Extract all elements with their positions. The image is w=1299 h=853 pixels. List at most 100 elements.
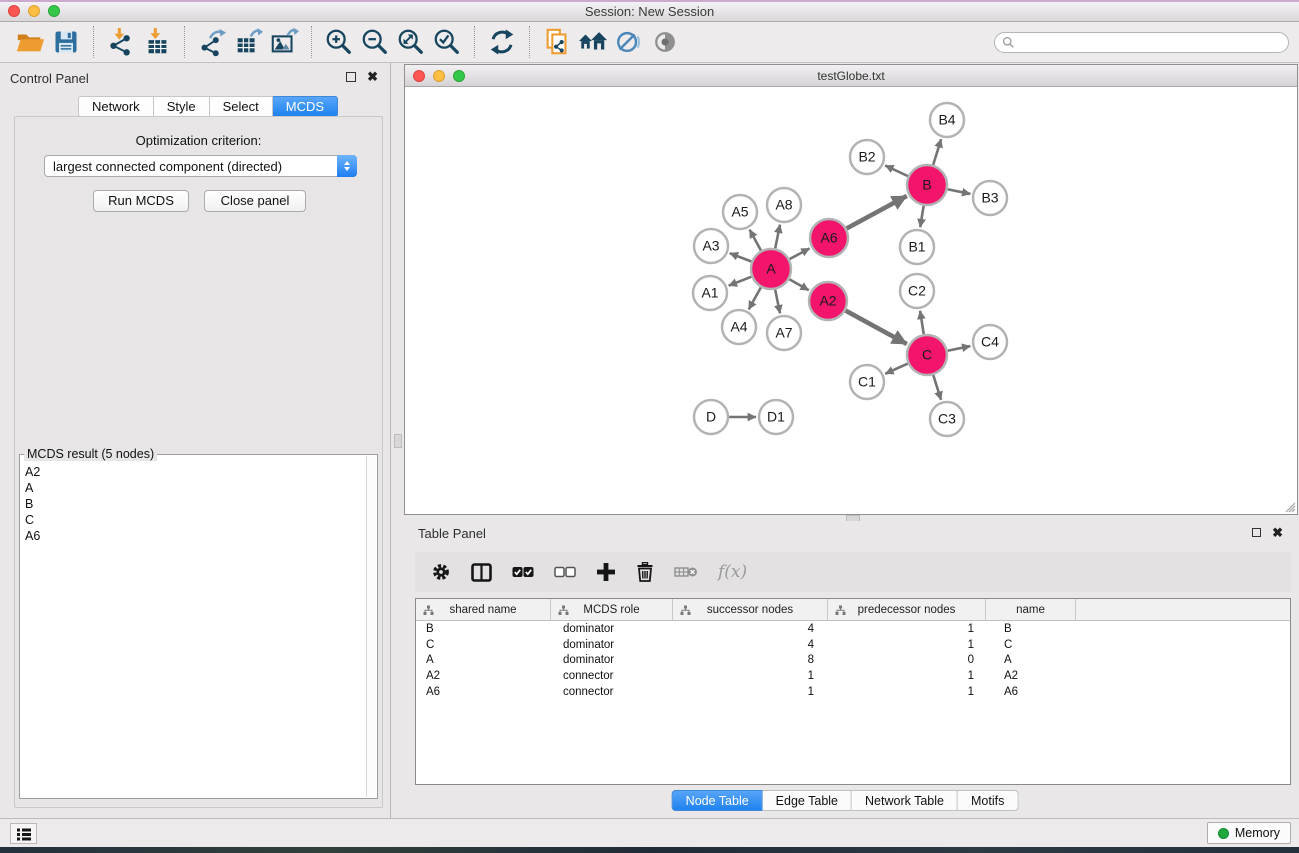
network-window-titlebar[interactable]: testGlobe.txt [405,65,1297,87]
tab-motifs[interactable]: Motifs [958,790,1018,811]
graph-edge-B-B3[interactable] [948,189,971,194]
tab-network-table[interactable]: Network Table [852,790,958,811]
graph-node-B[interactable]: B [907,165,947,205]
search-input[interactable] [1015,35,1288,49]
export-image-icon[interactable] [266,25,302,59]
graph-node-A5[interactable]: A5 [723,195,757,229]
mcds-result-item[interactable]: A6 [25,528,365,544]
graph-edge-C-C1[interactable] [885,364,908,374]
table-cell[interactable]: 1 [828,623,986,635]
graph-node-A3[interactable]: A3 [694,229,728,263]
graph-edge-A-A2[interactable] [789,279,809,290]
clone-network-icon[interactable] [539,25,575,59]
table-cell[interactable]: connector [551,670,673,682]
table-cell[interactable]: dominator [551,654,673,666]
vertical-splitter-handle[interactable] [394,434,402,448]
table-cell[interactable]: A [986,654,1076,666]
import-network-icon[interactable] [103,25,139,59]
add-column-icon[interactable] [596,562,616,582]
table-cell[interactable]: 4 [673,639,828,651]
delete-column-trash-icon[interactable] [636,562,654,582]
graph-edge-C-C3[interactable] [933,375,941,400]
task-history-button[interactable] [10,823,37,844]
column-header-shared-name[interactable]: shared name [416,599,551,620]
graph-node-C[interactable]: C [907,335,947,375]
table-cell[interactable]: 0 [828,654,986,666]
apply-layout-icon[interactable] [484,25,520,59]
network-graph[interactable]: B4B2BB3A8A5A6A3B1AC2A1A2A4A7C4CC1DD1C3 [405,87,1297,514]
graph-node-A[interactable]: A [751,249,791,289]
tab-mcds[interactable]: MCDS [273,96,338,117]
table-cell[interactable]: A2 [416,670,551,682]
mcds-result-list[interactable]: A2ABCA6 [21,458,365,797]
graph-edge-A2-C[interactable] [846,311,907,344]
graph-edge-A6-B[interactable] [847,196,907,229]
graph-node-A8[interactable]: A8 [767,188,801,222]
table-cell[interactable]: 4 [673,623,828,635]
table-close-icon[interactable]: ✖ [1272,525,1283,541]
table-float-icon[interactable] [1252,528,1261,537]
table-cell[interactable]: B [986,623,1076,635]
hide-labels-icon[interactable] [611,25,647,59]
settings-gear-icon[interactable] [431,562,451,582]
table-cell[interactable]: 1 [828,686,986,698]
table-row[interactable]: Bdominator41B [416,621,1290,637]
split-view-icon[interactable] [471,563,492,582]
graph-node-A1[interactable]: A1 [693,276,727,310]
graph-edge-C-C2[interactable] [920,311,924,334]
graph-node-B2[interactable]: B2 [850,140,884,174]
graph-node-B1[interactable]: B1 [900,230,934,264]
graph-edge-C-C4[interactable] [948,346,971,351]
zoom-fit-icon[interactable] [393,25,429,59]
zoom-selected-icon[interactable] [429,25,465,59]
result-scrollbar[interactable] [366,456,376,797]
table-cell[interactable]: dominator [551,623,673,635]
show-graphics-eye-icon[interactable] [647,25,683,59]
table-cell[interactable]: A [416,654,551,666]
graph-edge-A-A4[interactable] [749,287,761,309]
table-cell[interactable]: A2 [986,670,1076,682]
graph-node-B3[interactable]: B3 [973,181,1007,215]
table-cell[interactable]: A6 [416,686,551,698]
graph-node-A4[interactable]: A4 [722,310,756,344]
search-field[interactable] [994,32,1289,53]
deselect-all-checkbox-icon[interactable] [554,566,576,578]
table-cell[interactable]: A6 [986,686,1076,698]
window-titlebar[interactable]: Session: New Session [0,0,1299,22]
graph-edge-A-A1[interactable] [729,277,752,286]
graph-edge-A-A8[interactable] [775,225,780,249]
export-table-icon[interactable] [230,25,266,59]
resize-grip-icon[interactable] [1282,499,1296,513]
graph-node-C1[interactable]: C1 [850,365,884,399]
tab-style[interactable]: Style [154,96,210,117]
mcds-result-item[interactable]: C [25,512,365,528]
table-cell[interactable]: B [416,623,551,635]
zoom-out-icon[interactable] [357,25,393,59]
graph-edge-A-A3[interactable] [730,253,752,261]
table-row[interactable]: Cdominator41C [416,637,1290,653]
close-panel-button[interactable]: Close panel [204,190,306,212]
graph-node-C3[interactable]: C3 [930,402,964,436]
table-row[interactable]: A2connector11A2 [416,668,1290,684]
table-cell[interactable]: connector [551,686,673,698]
tab-edge-table[interactable]: Edge Table [763,790,852,811]
mcds-result-item[interactable]: B [25,496,365,512]
column-header-predecessor-nodes[interactable]: predecessor nodes [828,599,986,620]
graph-node-B4[interactable]: B4 [930,103,964,137]
tab-node-table[interactable]: Node Table [672,790,763,811]
table-row[interactable]: A6connector11A6 [416,684,1290,700]
import-table-icon[interactable] [139,25,175,59]
graph-edge-A-A6[interactable] [790,248,810,259]
network-canvas[interactable]: B4B2BB3A8A5A6A3B1AC2A1A2A4A7C4CC1DD1C3 [405,87,1297,514]
graph-edge-A-A7[interactable] [775,290,780,314]
table-cell[interactable]: 1 [828,670,986,682]
table-cell[interactable]: dominator [551,639,673,651]
graph-node-D1[interactable]: D1 [759,400,793,434]
select-all-checkbox-icon[interactable] [512,566,534,578]
save-session-icon[interactable] [48,25,84,59]
graph-edge-B-B2[interactable] [885,165,908,176]
table-cell[interactable]: 1 [673,670,828,682]
graph-node-C2[interactable]: C2 [900,274,934,308]
tab-select[interactable]: Select [210,96,273,117]
graph-edge-B-B1[interactable] [920,206,923,228]
